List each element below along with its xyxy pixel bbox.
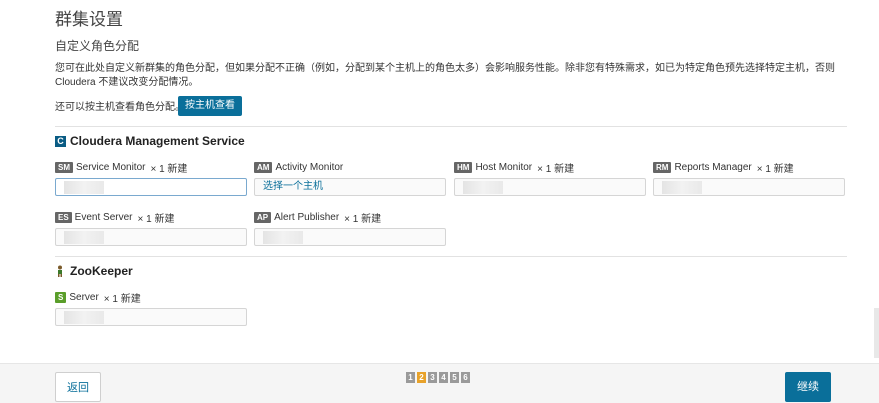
redacted-host: [662, 181, 702, 194]
host-select-input[interactable]: [55, 308, 247, 326]
role-name: Reports Manager: [674, 162, 752, 173]
role-badge: RM: [653, 162, 672, 173]
footer-bar: 返回 1 2 3 4 5 6 继续: [0, 363, 879, 403]
step-6[interactable]: 6: [461, 372, 470, 383]
host-select-input[interactable]: [55, 178, 247, 196]
role-count[interactable]: × 1 新建: [344, 210, 381, 225]
step-5[interactable]: 5: [450, 372, 459, 383]
host-select-input[interactable]: [55, 228, 247, 246]
service-name: ZooKeeper: [70, 264, 133, 278]
role-name: Activity Monitor: [275, 162, 344, 173]
redacted-host: [263, 231, 303, 244]
role-name: Alert Publisher: [274, 212, 340, 223]
role-name: Event Server: [74, 212, 133, 223]
role-count[interactable]: × 1 新建: [757, 160, 794, 175]
cloudera-icon: C: [55, 135, 66, 147]
host-select-input[interactable]: [254, 228, 446, 246]
role-activity-monitor: AM Activity Monitor 选择一个主机: [254, 161, 446, 196]
role-count[interactable]: × 1 新建: [537, 160, 574, 175]
host-view-text: 还可以按主机查看角色分配。: [55, 102, 185, 113]
zookeeper-icon: [55, 265, 66, 277]
redacted-host: [64, 311, 104, 324]
back-button[interactable]: 返回: [55, 372, 101, 402]
step-2[interactable]: 2: [417, 372, 426, 383]
divider: [55, 126, 847, 127]
host-select-input[interactable]: 选择一个主机: [254, 178, 446, 196]
divider: [55, 256, 847, 257]
role-service-monitor: SM Service Monitor × 1 新建: [55, 160, 247, 196]
role-alert-publisher: AP Alert Publisher × 1 新建: [254, 210, 446, 246]
host-placeholder: 选择一个主机: [263, 181, 323, 192]
page-title: 群集设置: [55, 10, 123, 29]
redacted-host: [463, 181, 503, 194]
page-subtitle: 自定义角色分配: [55, 39, 140, 53]
role-count[interactable]: × 1 新建: [104, 290, 141, 305]
role-name: Host Monitor: [475, 162, 533, 173]
role-badge: AM: [254, 162, 273, 173]
role-zookeeper-server: S Server × 1 新建: [55, 290, 247, 326]
redacted-host: [64, 231, 104, 244]
step-1[interactable]: 1: [406, 372, 415, 383]
view-by-host-button[interactable]: 按主机查看: [178, 96, 242, 116]
role-count[interactable]: × 1 新建: [137, 210, 174, 225]
role-badge: AP: [254, 212, 272, 223]
role-count[interactable]: × 1 新建: [150, 160, 187, 175]
scrollbar[interactable]: [874, 308, 879, 358]
step-indicator: 1 2 3 4 5 6: [406, 372, 470, 383]
continue-button[interactable]: 继续: [785, 372, 831, 402]
redacted-host: [64, 181, 104, 194]
role-badge: HM: [454, 162, 473, 173]
role-reports-manager: RM Reports Manager × 1 新建: [653, 160, 845, 196]
role-host-monitor: HM Host Monitor × 1 新建: [454, 160, 646, 196]
role-name: Server: [69, 292, 99, 303]
step-4[interactable]: 4: [439, 372, 448, 383]
service-title-zookeeper: ZooKeeper: [55, 264, 133, 278]
host-select-input[interactable]: [653, 178, 845, 196]
role-event-server: ES Event Server × 1 新建: [55, 210, 247, 246]
role-badge: S: [55, 292, 67, 303]
host-select-input[interactable]: [454, 178, 646, 196]
service-name: Cloudera Management Service: [70, 134, 245, 148]
role-badge: SM: [55, 162, 73, 173]
service-title-cloudera: C Cloudera Management Service: [55, 134, 245, 148]
description-text: 您可在此处自定义新群集的角色分配，但如果分配不正确（例如，分配到某个主机上的角色…: [55, 63, 835, 88]
role-name: Service Monitor: [76, 162, 146, 173]
step-3[interactable]: 3: [428, 372, 437, 383]
role-badge: ES: [55, 212, 72, 223]
